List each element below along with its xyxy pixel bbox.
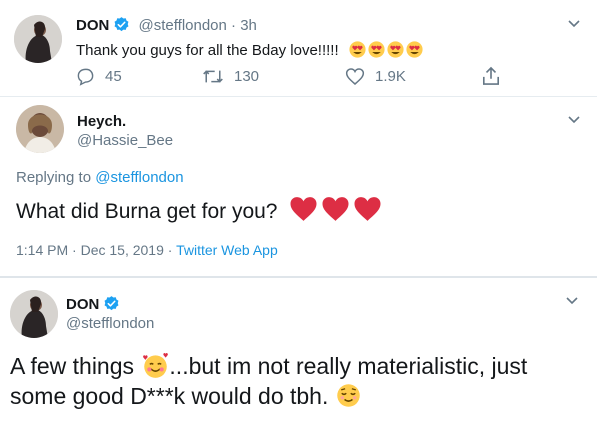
retweet-count: 130 [234, 68, 260, 85]
handle[interactable]: @stefflondon [139, 17, 227, 34]
display-name[interactable]: DON [66, 296, 99, 313]
red-hearts-emoji-row [289, 197, 385, 223]
like-count: 1.9K [375, 68, 406, 85]
smiling-face-with-hearts-emoji-icon [143, 352, 169, 378]
heart-outline-icon [345, 68, 365, 85]
avatar[interactable] [10, 290, 58, 338]
share-button[interactable] [482, 66, 500, 86]
tweet-text: Thank you guys for all the Bday love!!!!… [76, 42, 339, 59]
avatar-photo-icon [10, 290, 58, 338]
replying-to-handle[interactable]: @stefflondon [95, 169, 183, 186]
heart-eyes-emoji-icon [406, 41, 423, 58]
chevron-down-icon[interactable] [567, 19, 581, 29]
share-icon [482, 66, 500, 85]
reply-count: 45 [105, 68, 122, 85]
display-name[interactable]: DON [76, 17, 109, 34]
tweet-text-line-1: A few things ...but im not really materi… [10, 351, 527, 381]
tweet-text: ...but im not really materialistic, just [169, 353, 528, 379]
heart-eyes-emoji-icon [368, 41, 385, 58]
chevron-down-icon[interactable] [567, 115, 581, 125]
avatar-photo-icon [14, 15, 62, 63]
handle[interactable]: @stefflondon [66, 315, 154, 332]
tweet-text: What did Burna get for you? [16, 200, 278, 223]
heart-eyes-emoji-icon [349, 41, 366, 58]
tweet-text: A few things [10, 353, 135, 379]
heart-eyes-emoji-row [349, 41, 425, 59]
tweet-text: some good D***k would do tbh. [10, 383, 329, 409]
verified-badge-icon [103, 295, 120, 312]
chevron-down-icon[interactable] [565, 296, 579, 306]
divider [0, 276, 597, 278]
divider [0, 96, 597, 97]
tweet-source[interactable]: Twitter Web App [176, 242, 278, 258]
heart-eyes-emoji-icon [387, 41, 404, 58]
avatar[interactable] [14, 15, 62, 63]
tweet-text-line-2: some good D***k would do tbh. [10, 381, 527, 411]
avatar[interactable] [16, 105, 64, 153]
red-heart-emoji-icon [354, 197, 381, 221]
verified-badge-icon [113, 16, 130, 33]
red-heart-emoji-icon [322, 197, 349, 221]
avatar-photo-icon [16, 105, 64, 153]
tweet-time[interactable]: · 3h [231, 17, 257, 34]
retweet-button[interactable]: 130 [202, 67, 259, 86]
display-name[interactable]: Heych. [77, 113, 126, 130]
relieved-face-emoji-icon [337, 384, 360, 407]
reply-button[interactable]: 45 [76, 67, 122, 86]
red-heart-emoji-icon [290, 197, 317, 221]
like-button[interactable]: 1.9K [345, 67, 406, 86]
replying-to-label: Replying to [16, 169, 92, 186]
reply-icon [77, 68, 94, 86]
handle[interactable]: @Hassie_Bee [77, 132, 173, 149]
retweet-icon [203, 70, 223, 83]
tweet-timestamp[interactable]: 1:14 PM · Dec 15, 2019 · [16, 242, 172, 258]
